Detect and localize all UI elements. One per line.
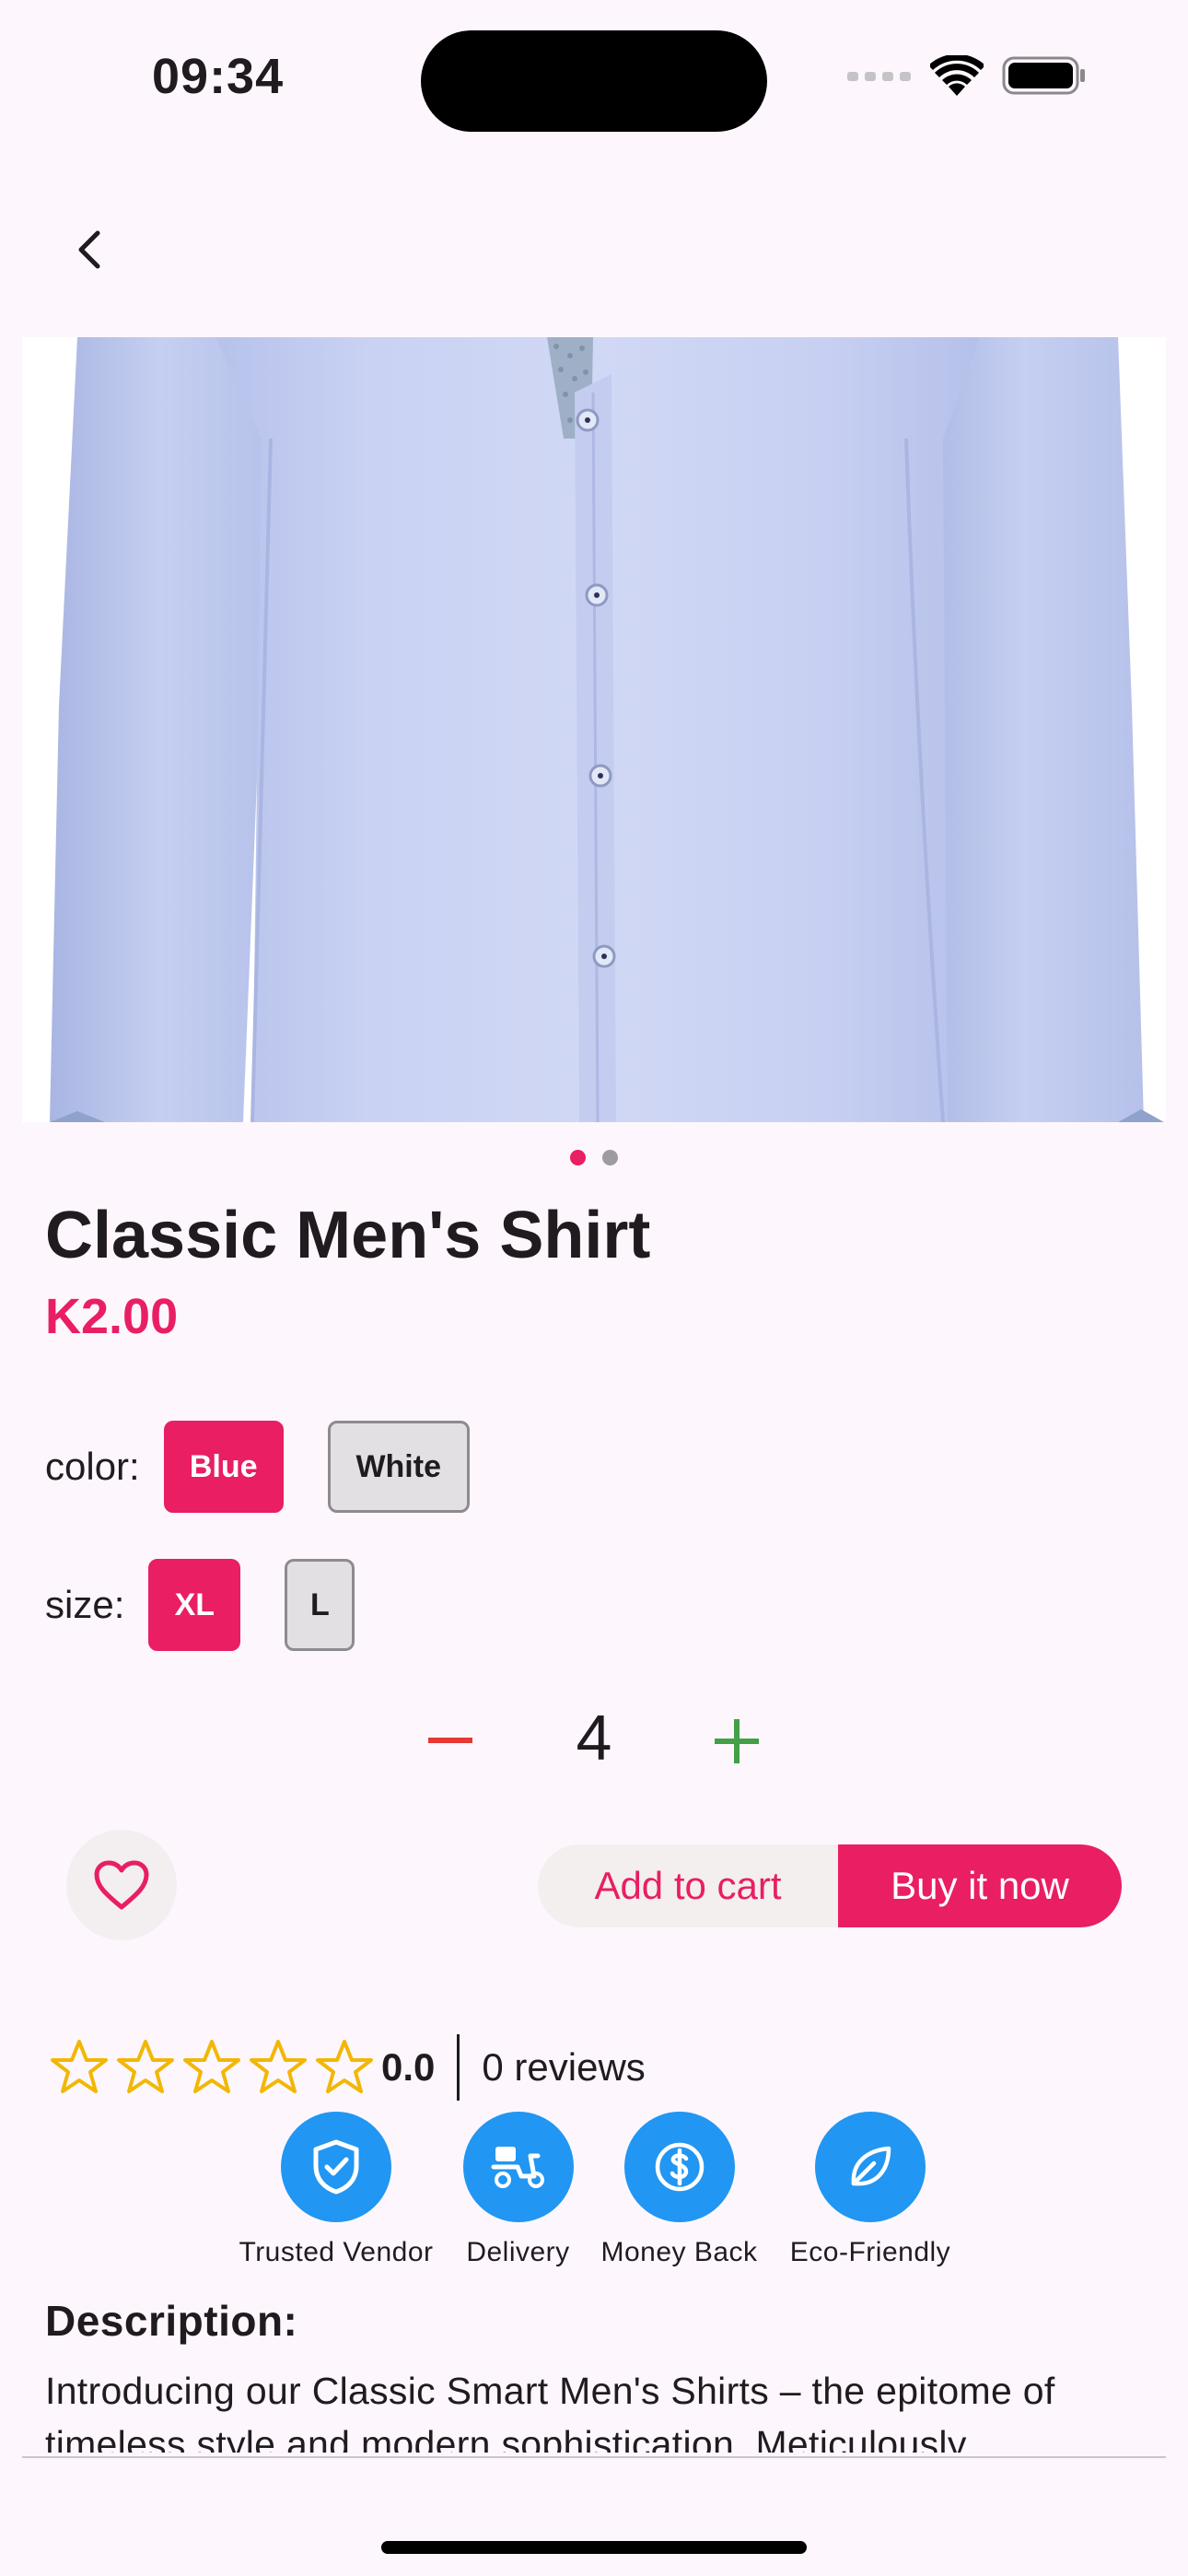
size-label: size: bbox=[45, 1583, 125, 1626]
star-outline-icon bbox=[183, 2040, 240, 2093]
status-bar: 09:34 bbox=[0, 0, 1188, 157]
rating-value: 0.0 bbox=[381, 2045, 436, 2089]
feature-eco-friendly: Eco-Friendly bbox=[778, 2112, 962, 2268]
feature-money-back: Money Back bbox=[594, 2112, 764, 2268]
plus-icon bbox=[715, 1719, 759, 1763]
shield-check-icon bbox=[313, 2139, 359, 2195]
feature-delivery: Delivery bbox=[451, 2112, 585, 2268]
purchase-button-group: Add to cart Buy it now bbox=[538, 1844, 1122, 1927]
star-outline-icon bbox=[51, 2040, 108, 2093]
color-options: color: Blue White bbox=[45, 1421, 514, 1513]
star-outline-icon bbox=[250, 2040, 307, 2093]
color-label: color: bbox=[45, 1445, 140, 1488]
description-heading: Description: bbox=[45, 2297, 298, 2345]
size-chip-l[interactable]: L bbox=[285, 1559, 355, 1651]
cellular-signal-icon bbox=[847, 72, 911, 81]
color-chip-blue[interactable]: Blue bbox=[163, 1421, 284, 1513]
increase-quantity-button[interactable] bbox=[715, 1719, 759, 1763]
color-chip-white[interactable]: White bbox=[327, 1421, 470, 1513]
status-icons bbox=[847, 55, 1087, 96]
feature-circle bbox=[623, 2112, 735, 2222]
heart-icon bbox=[94, 1860, 149, 1910]
bottom-divider bbox=[22, 2456, 1166, 2458]
product-title: Classic Men's Shirt bbox=[45, 1199, 651, 1272]
rating-divider bbox=[457, 2034, 460, 2101]
feature-label: Delivery bbox=[466, 2237, 570, 2267]
product-price: K2.00 bbox=[45, 1289, 179, 1344]
feature-badges: Trusted Vendor Delivery Money Back Eco-F… bbox=[0, 2112, 1188, 2277]
feature-circle bbox=[281, 2112, 391, 2222]
quantity-value: 4 bbox=[576, 1702, 612, 1774]
product-image bbox=[22, 337, 1166, 1122]
size-chip-xl[interactable]: XL bbox=[148, 1559, 241, 1651]
status-time: 09:34 bbox=[152, 49, 285, 104]
dollar-circle-icon bbox=[655, 2142, 704, 2192]
quantity-stepper: 4 bbox=[0, 1695, 1188, 1787]
size-options: size: XL L bbox=[45, 1559, 399, 1651]
back-button[interactable] bbox=[57, 217, 122, 282]
chevron-left-icon bbox=[78, 230, 100, 269]
feature-trusted-vendor: Trusted Vendor bbox=[230, 2112, 442, 2268]
leaf-icon bbox=[851, 2146, 891, 2186]
review-count[interactable]: 0 reviews bbox=[482, 2045, 645, 2090]
rating-row: 0.0 0 reviews bbox=[50, 2031, 646, 2104]
minus-icon bbox=[428, 1738, 472, 1743]
product-image-carousel[interactable] bbox=[22, 337, 1166, 1122]
carousel-dot-active[interactable] bbox=[570, 1150, 586, 1165]
feature-label: Money Back bbox=[600, 2237, 758, 2267]
home-indicator[interactable] bbox=[381, 2541, 807, 2554]
battery-icon bbox=[1002, 56, 1085, 95]
wifi-icon bbox=[930, 55, 984, 96]
feature-label: Eco-Friendly bbox=[789, 2237, 951, 2267]
decrease-quantity-button[interactable] bbox=[428, 1723, 472, 1760]
feature-circle bbox=[815, 2112, 926, 2222]
feature-circle bbox=[462, 2112, 574, 2222]
buy-now-button[interactable]: Buy it now bbox=[838, 1844, 1122, 1927]
feature-label: Trusted Vendor bbox=[239, 2237, 434, 2267]
star-outline-icon bbox=[316, 2040, 373, 2093]
description-text: Introducing our Classic Smart Men's Shir… bbox=[45, 2370, 1055, 2453]
star-outline-icon bbox=[117, 2040, 174, 2093]
add-to-cart-button[interactable]: Add to cart bbox=[538, 1844, 838, 1927]
carousel-dot[interactable] bbox=[602, 1150, 618, 1165]
favorite-button[interactable] bbox=[66, 1830, 177, 1940]
dynamic-island bbox=[421, 30, 767, 132]
scooter-icon bbox=[491, 2147, 544, 2188]
carousel-indicator bbox=[0, 1150, 1188, 1165]
